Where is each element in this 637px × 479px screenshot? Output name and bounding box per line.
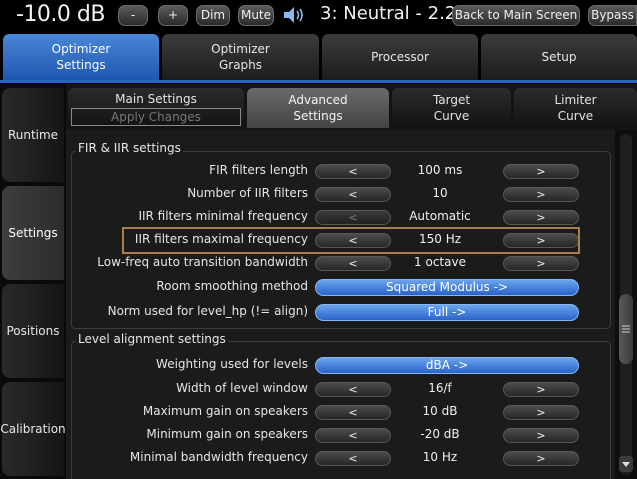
setting-row-room-smoothing: Room smoothing method Squared Modulus -> (66, 276, 615, 298)
setting-value: 10 Hz (422, 450, 458, 464)
setting-label: Minimum gain on speakers (146, 427, 308, 441)
setting-row-max-gain: Maximum gain on speakers < 10 dB > (66, 401, 615, 423)
norm-level-select-button[interactable]: Full -> (315, 304, 579, 321)
setting-label: Weighting used for levels (156, 357, 308, 371)
decrease-button[interactable]: < (315, 405, 391, 420)
subtab-advanced-settings[interactable]: Advanced Settings (247, 88, 389, 128)
weighting-select-button[interactable]: dBA -> (315, 357, 579, 374)
side-tab-panel: Runtime Settings Positions Calibration (0, 84, 66, 479)
setting-row-level-window: Width of level window < 16/f > (66, 378, 615, 400)
vertical-scrollbar[interactable] (615, 130, 637, 479)
setting-label: Minimal bandwidth frequency (129, 450, 308, 464)
setting-row-min-gain: Minimum gain on speakers < -20 dB > (66, 424, 615, 446)
apply-changes-button[interactable]: Apply Changes (71, 108, 241, 126)
setting-label: Width of level window (176, 381, 308, 395)
setting-row-weighting: Weighting used for levels dBA -> (66, 354, 615, 376)
setting-label: Maximum gain on speakers (142, 404, 308, 418)
tab-optimizer-graphs[interactable]: Optimizer Graphs (162, 34, 319, 80)
master-gain-readout: -10.0 dB (16, 2, 105, 27)
setting-value: 16/f (428, 381, 452, 395)
volume-up-button[interactable]: + (158, 5, 188, 26)
grip-icon (622, 325, 630, 333)
volume-down-button[interactable]: - (118, 5, 148, 26)
subtab-limiter-curve[interactable]: Limiter Curve (514, 88, 637, 128)
decrease-button[interactable]: < (315, 451, 391, 466)
fir-iir-title: FIR & IIR settings (76, 141, 183, 155)
subtab-target-curve[interactable]: Target Curve (392, 88, 511, 128)
mute-button[interactable]: Mute (238, 5, 274, 26)
setting-value: -20 dB (420, 427, 460, 441)
setting-label: Number of IIR filters (187, 186, 308, 200)
setting-row-iir-min-frequency: IIR filters minimal frequency < Automati… (66, 206, 615, 228)
increase-button[interactable]: > (503, 210, 579, 225)
bypass-button[interactable]: Bypass (588, 5, 637, 26)
increase-button[interactable]: > (503, 256, 579, 271)
subtab-main-settings[interactable]: Main Settings Apply Changes (68, 88, 244, 128)
side-tab-positions[interactable]: Positions (2, 284, 64, 378)
tab-setup[interactable]: Setup (481, 34, 637, 80)
side-tab-settings[interactable]: Settings (2, 186, 64, 280)
setting-row-transition-bandwidth: Low-freq auto transition bandwidth < 1 o… (66, 252, 615, 274)
speaker-volume-icon[interactable] (281, 4, 307, 26)
setting-value: 100 ms (417, 163, 463, 177)
setting-value: 10 dB (422, 404, 458, 418)
setting-row-fir-length: FIR filters length < 100 ms > (66, 160, 615, 182)
settings-scroll-area: FIR & IIR settings FIR filters length < … (66, 130, 615, 479)
back-to-main-screen-button[interactable]: Back to Main Screen (452, 5, 580, 26)
tab-optimizer-settings[interactable]: Optimizer Settings (3, 34, 159, 80)
room-smoothing-select-button[interactable]: Squared Modulus -> (315, 279, 579, 296)
increase-button[interactable]: > (503, 428, 579, 443)
decrease-button[interactable]: < (315, 187, 391, 202)
level-alignment-title: Level alignment settings (76, 332, 228, 346)
highlight-box (122, 227, 580, 254)
increase-button[interactable]: > (503, 382, 579, 397)
side-tab-runtime[interactable]: Runtime (2, 88, 64, 182)
setting-label: FIR filters length (209, 163, 308, 177)
decrease-button[interactable]: < (315, 256, 391, 271)
setting-label: Norm used for level_hp (!= align) (107, 304, 308, 318)
tab-processor[interactable]: Processor (322, 34, 478, 80)
decrease-button[interactable]: < (315, 428, 391, 443)
setting-row-norm-level: Norm used for level_hp (!= align) Full -… (66, 301, 615, 323)
increase-button[interactable]: > (503, 451, 579, 466)
subtab-main-settings-label: Main Settings (115, 92, 197, 106)
dim-button[interactable]: Dim (196, 5, 230, 26)
top-bar: -10.0 dB - + Dim Mute 3: Neutral - 2.2 B… (0, 0, 637, 32)
settings-content: Main Settings Apply Changes Advanced Set… (66, 84, 637, 479)
increase-button[interactable]: > (503, 164, 579, 179)
decrease-button[interactable]: < (315, 210, 391, 225)
setting-label: Low-freq auto transition bandwidth (97, 255, 308, 269)
decrease-button[interactable]: < (315, 382, 391, 397)
setting-label: Room smoothing method (156, 279, 308, 293)
preset-name: 3: Neutral - 2.2 (320, 3, 457, 24)
scroll-down-arrow-icon[interactable] (619, 456, 633, 472)
setting-row-min-bandwidth: Minimal bandwidth frequency < 10 Hz > (66, 447, 615, 469)
tab-underline (0, 80, 637, 83)
setting-value: Automatic (409, 209, 471, 223)
setting-label: IIR filters minimal frequency (138, 209, 308, 223)
side-tab-calibration[interactable]: Calibration (0, 382, 66, 476)
setting-row-iir-count: Number of IIR filters < 10 > (66, 183, 615, 205)
setting-value: 10 (432, 186, 448, 200)
setting-value: 1 octave (414, 255, 466, 269)
increase-button[interactable]: > (503, 405, 579, 420)
increase-button[interactable]: > (503, 187, 579, 202)
decrease-button[interactable]: < (315, 164, 391, 179)
